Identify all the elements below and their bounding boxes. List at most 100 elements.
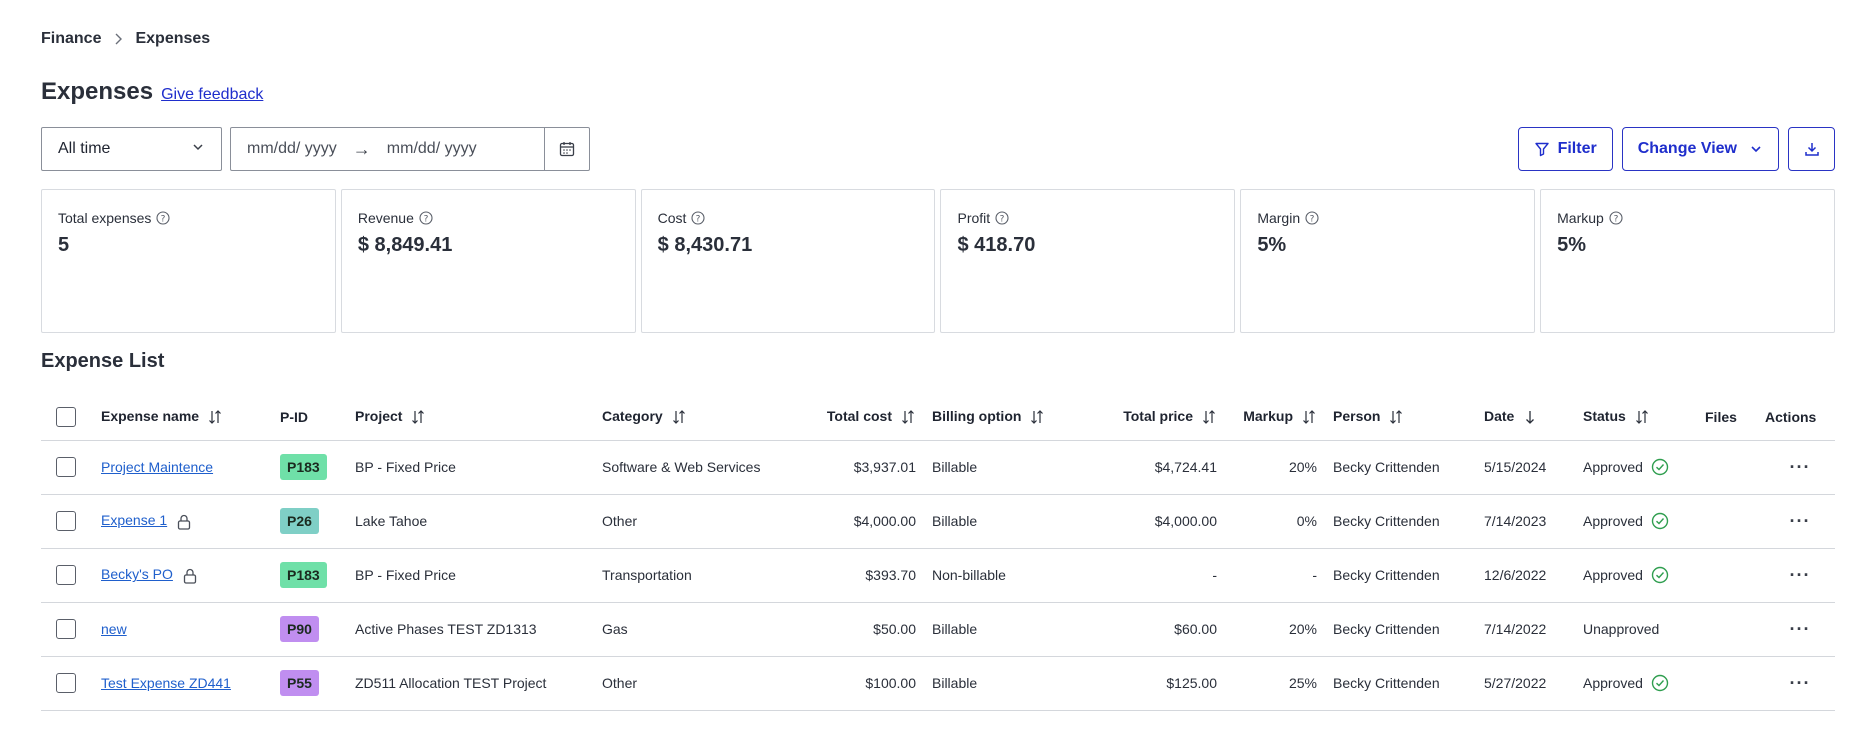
table-header-row: Expense name P-ID Project Category Total…: [41, 394, 1835, 441]
table-row: Test Expense ZD441 P55 ZD511 Allocation …: [41, 656, 1835, 711]
status-cell: Approved: [1583, 657, 1705, 710]
filter-label: Filter: [1557, 140, 1597, 157]
row-checkbox[interactable]: [56, 565, 76, 585]
row-checkbox[interactable]: [56, 619, 76, 639]
pid-badge: P183: [280, 562, 327, 588]
col-category[interactable]: Category: [602, 394, 782, 441]
help-icon[interactable]: ?: [1609, 211, 1623, 225]
col-person[interactable]: Person: [1333, 394, 1484, 441]
stat-label: Profit: [957, 210, 991, 226]
sort-icon: [209, 410, 221, 425]
expense-name-link[interactable]: new: [101, 621, 127, 637]
stat-label: Markup: [1557, 210, 1604, 226]
project-cell: BP - Fixed Price: [355, 440, 602, 495]
select-all-checkbox[interactable]: [56, 406, 76, 427]
svg-text:?: ?: [423, 215, 428, 225]
summary-stats: Total expenses ? 5 Revenue ? $ 8,849.41 …: [41, 189, 1835, 333]
table-row: Project Maintence P183 BP - Fixed Price …: [41, 440, 1835, 495]
row-actions-button[interactable]: ···: [1765, 494, 1835, 549]
chevron-right-icon: [111, 32, 125, 46]
date-range-picker: mm/dd/ yyyy → mm/dd/ yyyy: [230, 127, 590, 171]
change-view-button[interactable]: Change View: [1621, 127, 1779, 171]
row-actions-button[interactable]: ···: [1765, 548, 1835, 603]
expense-name-link[interactable]: Expense 1: [101, 512, 167, 528]
col-billing-option[interactable]: Billing option: [932, 394, 1082, 441]
markup-cell: 20%: [1233, 602, 1333, 657]
sort-icon: [1635, 410, 1648, 425]
stat-value: $ 8,430.71: [657, 234, 753, 256]
row-actions-button[interactable]: ···: [1765, 440, 1835, 495]
breadcrumb-finance[interactable]: Finance: [41, 30, 101, 48]
status-text: Approved: [1583, 675, 1643, 691]
table-row: Becky's PO P183 BP - Fixed Price Transpo…: [41, 548, 1835, 603]
row-checkbox[interactable]: [56, 673, 76, 693]
filter-button[interactable]: Filter: [1517, 127, 1613, 171]
total-cost-cell: $4,000.00: [782, 494, 932, 549]
col-project[interactable]: Project: [355, 394, 602, 441]
sort-icon: [1031, 410, 1044, 425]
calendar-button[interactable]: [544, 128, 589, 170]
help-icon[interactable]: ?: [995, 211, 1009, 225]
category-cell: Other: [602, 494, 782, 549]
calendar-icon: [559, 142, 575, 157]
stat-label: Revenue: [357, 210, 414, 226]
total-price-cell: $4,000.00: [1082, 494, 1233, 549]
status-cell: Approved: [1583, 549, 1705, 602]
help-icon[interactable]: ?: [691, 211, 706, 225]
col-status[interactable]: Status: [1583, 394, 1705, 441]
svg-text:?: ?: [1613, 215, 1618, 225]
expense-name-link[interactable]: Project Maintence: [101, 459, 213, 475]
stat-value: $ 418.70: [957, 234, 1036, 256]
col-actions: Actions: [1765, 394, 1835, 441]
markup-cell: 0%: [1233, 494, 1333, 549]
check-circle-icon: [1651, 674, 1669, 692]
files-cell: [1705, 602, 1765, 657]
help-icon[interactable]: ?: [156, 211, 170, 225]
person-cell: Becky Crittenden: [1333, 494, 1484, 549]
markup-cell: -: [1233, 548, 1333, 603]
files-cell: [1705, 494, 1765, 549]
help-icon[interactable]: ?: [419, 211, 433, 225]
sort-desc-icon: [1526, 411, 1535, 425]
col-total-price[interactable]: Total price: [1082, 394, 1233, 441]
person-cell: Becky Crittenden: [1333, 440, 1484, 495]
row-actions-button[interactable]: ···: [1765, 602, 1835, 657]
sort-icon: [1203, 410, 1215, 425]
col-total-cost[interactable]: Total cost: [782, 394, 932, 441]
table-row: Expense 1 P26 Lake Tahoe Other $4,000.00…: [41, 494, 1835, 549]
help-icon[interactable]: ?: [1305, 211, 1319, 225]
give-feedback-link[interactable]: Give feedback: [161, 86, 263, 104]
row-actions-button[interactable]: ···: [1765, 656, 1835, 711]
sort-icon: [412, 410, 425, 425]
check-circle-icon: [1651, 566, 1669, 584]
project-cell: ZD511 Allocation TEST Project: [355, 656, 602, 711]
date-from-input[interactable]: mm/dd/ yyyy: [231, 140, 353, 158]
category-cell: Gas: [602, 602, 782, 657]
col-files: Files: [1705, 394, 1765, 441]
sort-icon: [1303, 410, 1315, 425]
breadcrumb-expenses: Expenses: [135, 30, 211, 47]
controls-bar: All time mm/dd/ yyyy → mm/dd/ yyyy Filte…: [41, 127, 1835, 171]
expense-name-link[interactable]: Becky's PO: [101, 566, 173, 582]
svg-text:?: ?: [1000, 215, 1005, 225]
status-cell: Unapproved: [1583, 603, 1705, 656]
col-expense-name[interactable]: Expense name: [101, 394, 280, 441]
files-cell: [1705, 440, 1765, 495]
row-checkbox[interactable]: [56, 511, 76, 531]
expense-table: Expense name P-ID Project Category Total…: [41, 394, 1835, 711]
col-markup[interactable]: Markup: [1233, 394, 1333, 441]
date-cell: 5/27/2022: [1484, 656, 1583, 711]
col-pid: P-ID: [280, 394, 355, 441]
category-cell: Software & Web Services: [602, 440, 782, 495]
col-date[interactable]: Date: [1484, 394, 1583, 441]
chevron-down-icon: [191, 140, 205, 159]
status-text: Approved: [1583, 567, 1643, 583]
date-to-input[interactable]: mm/dd/ yyyy: [371, 140, 493, 158]
billing-cell: Billable: [932, 656, 1082, 711]
row-checkbox[interactable]: [56, 457, 76, 477]
expense-name-link[interactable]: Test Expense ZD441: [101, 675, 231, 691]
time-range-select[interactable]: All time: [41, 127, 222, 171]
stat-value: $ 8,849.41: [357, 234, 453, 256]
download-button[interactable]: [1788, 127, 1835, 171]
sort-icon: [672, 410, 685, 425]
